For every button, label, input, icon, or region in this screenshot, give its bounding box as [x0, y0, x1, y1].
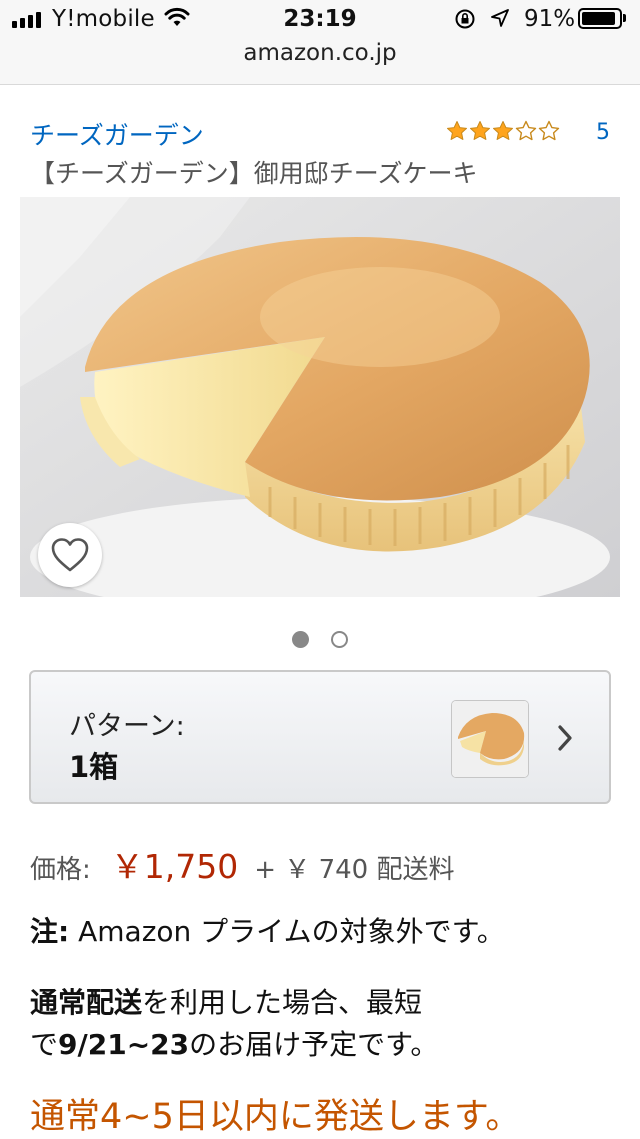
- chevron-right-icon: [558, 725, 572, 751]
- review-count-link[interactable]: 5: [596, 120, 610, 145]
- brand-link[interactable]: チーズガーデン: [30, 116, 204, 152]
- delivery-text-3: のお届け予定です。: [189, 1028, 439, 1061]
- delivery-estimate: 通常配送を利用した場合、最短 で9/21~23のお届け予定です。: [30, 982, 438, 1066]
- shipping-notice: 通常4~5日以内に発送します。: [30, 1097, 521, 1137]
- price-row: 価格: ￥1,750 + ￥ 740 配送料: [30, 840, 454, 888]
- pattern-thumbnail: [451, 700, 529, 778]
- carousel-dot[interactable]: [331, 631, 348, 648]
- battery-percentage: 91%: [524, 6, 576, 32]
- delivery-text-2: で: [30, 1028, 59, 1061]
- star-rating[interactable]: [446, 120, 560, 142]
- pattern-selector[interactable]: パターン: 1箱: [29, 670, 611, 804]
- note-text: Amazon プライムの対象外です。: [69, 915, 505, 948]
- favorite-button[interactable]: [38, 523, 102, 587]
- delivery-text-1: を利用した場合、最短: [142, 986, 423, 1019]
- product-title: 【チーズガーデン】御用邸チーズケーキ: [30, 159, 478, 188]
- carousel-dot[interactable]: [292, 631, 309, 648]
- prime-note: 注: Amazon プライムの対象外です。: [30, 910, 505, 950]
- star-icon: [538, 120, 560, 141]
- price-amount: ￥1,750: [110, 847, 239, 886]
- pattern-label: パターン:: [69, 711, 185, 742]
- location-arrow-icon: [491, 9, 509, 27]
- image-carousel-indicator[interactable]: [0, 631, 640, 648]
- browser-top-bar: Y!mobile 23:19 91% amazon.co.jp: [0, 0, 640, 85]
- star-icon: [515, 120, 537, 141]
- star-icon: [493, 121, 513, 140]
- pattern-value: 1箱: [69, 750, 119, 784]
- product-image[interactable]: [20, 197, 620, 597]
- url-bar[interactable]: amazon.co.jp: [0, 40, 640, 66]
- battery-level: [582, 12, 615, 25]
- star-icon: [470, 121, 490, 140]
- status-bar: Y!mobile 23:19 91%: [0, 0, 640, 40]
- battery-tip: [623, 14, 626, 22]
- price-label: 価格:: [30, 855, 91, 885]
- shipping-fee: + ￥ 740 配送料: [254, 855, 455, 885]
- delivery-method: 通常配送: [30, 986, 143, 1019]
- rotation-lock-icon: [455, 9, 475, 29]
- star-icon: [447, 121, 467, 140]
- battery-icon: [578, 8, 622, 29]
- note-label: 注:: [30, 915, 70, 948]
- heart-icon: [51, 538, 89, 572]
- cheesecake-illustration: [20, 197, 620, 597]
- delivery-dates: 9/21~23: [58, 1028, 190, 1061]
